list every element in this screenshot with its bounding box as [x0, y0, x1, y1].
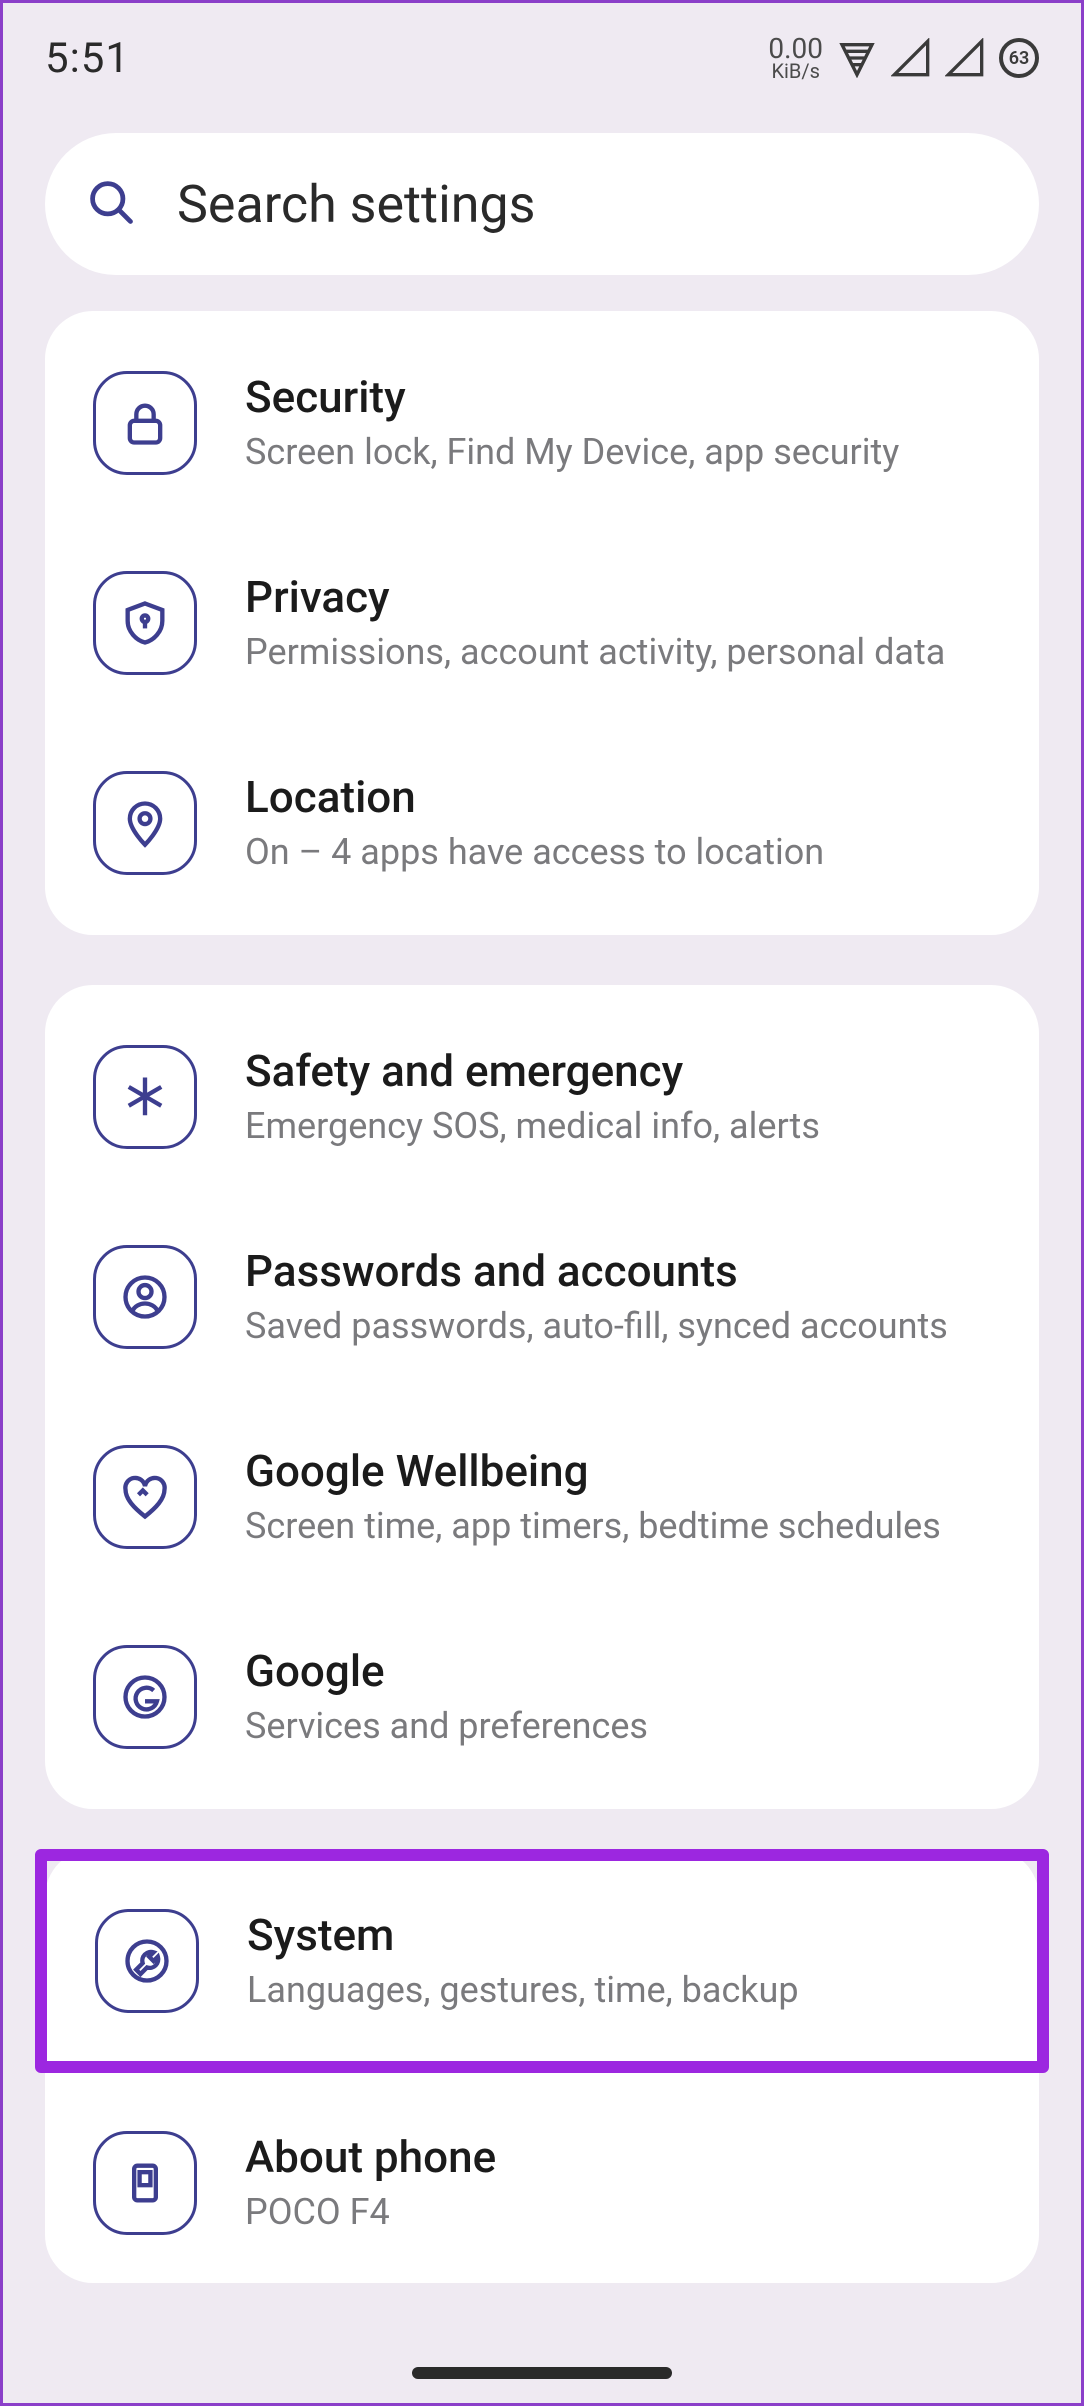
- highlight-system: System Languages, gestures, time, backup: [35, 1849, 1049, 2073]
- settings-item-subtitle: Services and preferences: [245, 1703, 648, 1750]
- status-time: 5:51: [45, 34, 130, 83]
- settings-item-title: Privacy: [245, 571, 945, 623]
- settings-item-wellbeing[interactable]: Google Wellbeing Screen time, app timers…: [45, 1397, 1039, 1597]
- settings-item-title: Passwords and accounts: [245, 1245, 948, 1297]
- signal-icon-1: [891, 38, 931, 78]
- settings-group: Safety and emergency Emergency SOS, medi…: [45, 985, 1039, 1809]
- settings-list: Security Screen lock, Find My Device, ap…: [45, 311, 1039, 2333]
- signal-icon-2: [945, 38, 985, 78]
- status-right: 0.00 KiB/s 63: [768, 36, 1039, 79]
- settings-item-subtitle: Screen time, app timers, bedtime schedul…: [245, 1503, 941, 1550]
- asterisk-icon: [93, 1045, 197, 1149]
- settings-item-subtitle: On – 4 apps have access to location: [245, 829, 824, 876]
- shield-icon: [93, 571, 197, 675]
- network-speed: 0.00 KiB/s: [768, 36, 823, 79]
- settings-item-subtitle: Saved passwords, auto-fill, synced accou…: [245, 1303, 948, 1350]
- vpn-icon: [837, 38, 877, 78]
- status-bar: 5:51 0.00 KiB/s 63: [3, 3, 1081, 113]
- settings-item-location[interactable]: Location On – 4 apps have access to loca…: [45, 723, 1039, 923]
- google-icon: [93, 1645, 197, 1749]
- settings-item-title: Google: [245, 1645, 648, 1697]
- gesture-nav-pill[interactable]: [412, 2367, 672, 2379]
- settings-item-passwords[interactable]: Passwords and accounts Saved passwords, …: [45, 1197, 1039, 1397]
- settings-item-title: Google Wellbeing: [245, 1445, 941, 1497]
- person-icon: [93, 1245, 197, 1349]
- settings-item-title: System: [247, 1909, 799, 1961]
- wrench-icon: [95, 1909, 199, 2013]
- settings-item-security[interactable]: Security Screen lock, Find My Device, ap…: [45, 323, 1039, 523]
- settings-group: System Languages, gestures, time, backup…: [45, 1849, 1039, 2283]
- settings-item-privacy[interactable]: Privacy Permissions, account activity, p…: [45, 523, 1039, 723]
- settings-item-subtitle: Emergency SOS, medical info, alerts: [245, 1103, 820, 1150]
- battery-icon: 63: [999, 38, 1039, 78]
- settings-group: Security Screen lock, Find My Device, ap…: [45, 311, 1039, 935]
- settings-item-title: About phone: [245, 2131, 496, 2183]
- settings-item-system[interactable]: System Languages, gestures, time, backup: [47, 1861, 1037, 2061]
- pin-icon: [93, 771, 197, 875]
- settings-item-title: Security: [245, 371, 899, 423]
- settings-item-title: Location: [245, 771, 824, 823]
- settings-item-subtitle: Screen lock, Find My Device, app securit…: [245, 429, 899, 476]
- settings-item-title: Safety and emergency: [245, 1045, 820, 1097]
- settings-item-safety[interactable]: Safety and emergency Emergency SOS, medi…: [45, 997, 1039, 1197]
- search-settings[interactable]: Search settings: [45, 133, 1039, 275]
- lock-icon: [93, 371, 197, 475]
- settings-item-subtitle: Permissions, account activity, personal …: [245, 629, 945, 676]
- heart-icon: [93, 1445, 197, 1549]
- search-icon: [85, 176, 137, 232]
- settings-item-subtitle: Languages, gestures, time, backup: [247, 1967, 799, 2014]
- phone-icon: [93, 2131, 197, 2235]
- settings-item-google[interactable]: Google Services and preferences: [45, 1597, 1039, 1797]
- settings-item-subtitle: POCO F4: [245, 2189, 496, 2236]
- settings-item-about[interactable]: About phone POCO F4: [45, 2083, 1039, 2283]
- search-placeholder: Search settings: [177, 174, 535, 235]
